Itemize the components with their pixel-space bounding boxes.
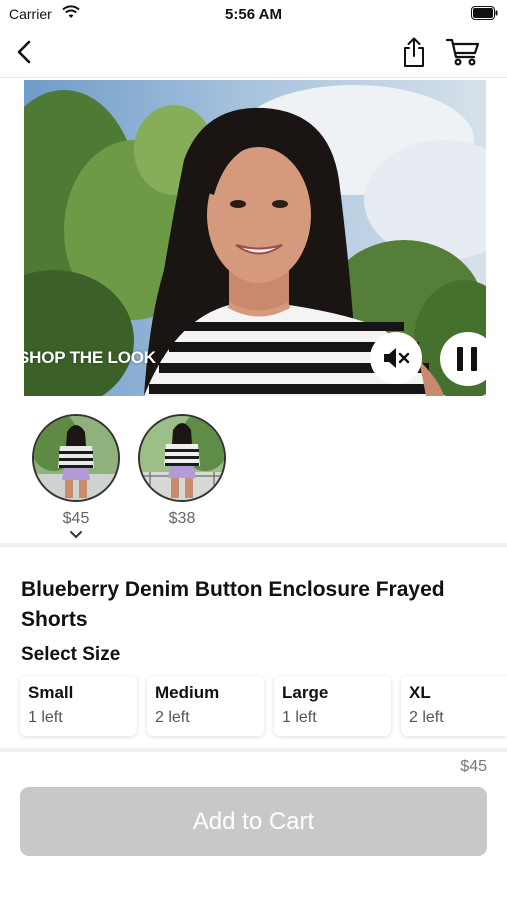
look-photo-1 [34,416,118,500]
battery-icon [471,6,498,20]
add-to-cart-button[interactable]: Add to Cart [20,787,487,856]
look-thumbnail[interactable] [138,414,226,502]
size-stock: 2 left [155,709,190,726]
nav-bar [0,28,507,78]
share-button[interactable] [400,36,428,68]
status-time: 5:56 AM [225,6,282,23]
look-price: $38 [168,510,196,527]
look-price: $45 [62,510,90,527]
footer-divider [0,748,507,752]
cart-button[interactable] [446,37,480,67]
chevron-down-icon [70,531,82,539]
video-player[interactable]: SHOP THE LOOK [24,80,486,396]
pause-button[interactable] [440,332,486,386]
chevron-left-icon [17,40,31,64]
look-selector: $45 $38 [0,414,507,544]
size-name: Small [28,683,74,702]
back-button[interactable] [12,37,38,67]
pause-icon [457,347,477,371]
mute-button[interactable] [370,332,422,384]
look-item-1[interactable]: $45 [31,414,121,540]
speaker-muted-icon [384,348,410,368]
size-option-small[interactable]: Small 1 left [20,676,137,736]
size-name: XL [409,683,431,702]
product-title: Blueberry Denim Button Enclosure Frayed … [21,578,445,631]
look-item-2[interactable]: $38 [137,414,227,528]
size-stock: 1 left [28,709,63,726]
status-bar: Carrier 5:56 AM [0,0,507,28]
cart-icon [446,38,480,66]
look-thumbnail[interactable] [32,414,120,502]
size-name: Medium [155,683,220,702]
select-size-label: Select Size [21,644,121,665]
size-option-large[interactable]: Large 1 left [274,676,391,736]
size-option-xl[interactable]: XL 2 left [401,676,507,736]
section-divider [0,543,507,547]
size-option-medium[interactable]: Medium 2 left [147,676,264,736]
footer-price: $45 [460,758,487,775]
size-options: Small 1 left Medium 2 left Large 1 left … [20,676,507,738]
look-photo-2 [140,416,224,500]
size-stock: 1 left [282,709,317,726]
size-name: Large [282,683,329,702]
size-stock: 2 left [409,709,444,726]
shop-the-look-label: SHOP THE LOOK [24,348,156,367]
share-icon [404,37,424,67]
